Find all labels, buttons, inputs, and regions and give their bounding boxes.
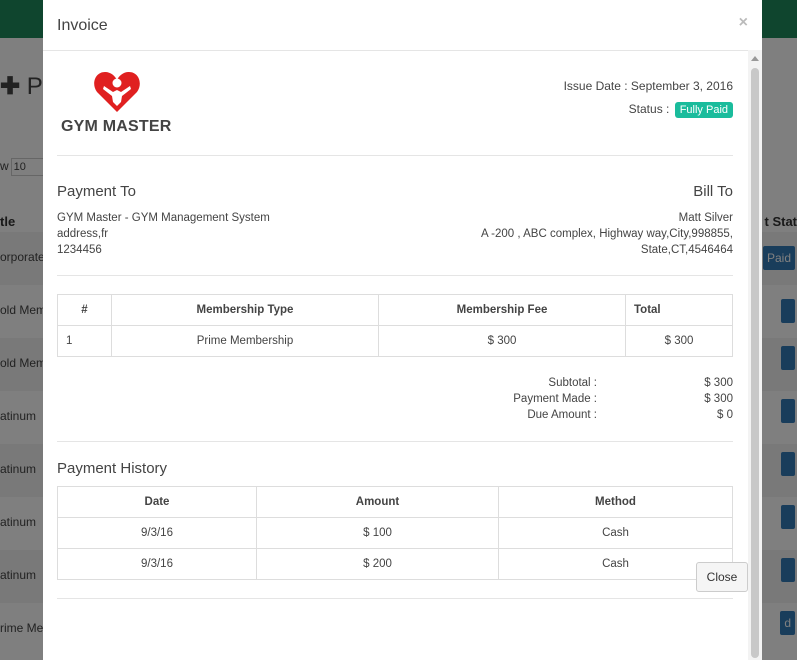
column-header: Membership Fee: [378, 294, 626, 326]
gym-master-logo: GYM MASTER: [61, 70, 181, 136]
divider: [57, 598, 733, 599]
divider: [57, 275, 733, 276]
table-cell: 9/3/16: [57, 548, 257, 580]
table-cell: Prime Membership: [111, 325, 379, 357]
membership-table: # Membership Type Membership Fee Total 1…: [57, 294, 733, 357]
subtotal-label: Subtotal :: [548, 377, 597, 389]
close-button[interactable]: Close: [696, 562, 748, 592]
table-row: 1 Prime Membership $ 300 $ 300: [57, 325, 733, 357]
table-row: 9/3/16 $ 200 Cash: [57, 548, 733, 580]
scrollbar-thumb[interactable]: [751, 68, 759, 658]
payment-made-value: $ 300: [704, 393, 733, 405]
table-cell: $ 100: [256, 517, 499, 549]
issue-date: Issue Date : September 3, 2016: [563, 79, 733, 93]
scroll-up-arrow-icon[interactable]: [751, 56, 759, 61]
payment-made-label: Payment Made :: [513, 393, 597, 405]
divider: [57, 441, 733, 442]
status-label: Status :: [628, 102, 670, 116]
payment-to-heading: Payment To: [57, 183, 136, 200]
column-header: Total: [625, 294, 733, 326]
table-row: 9/3/16 $ 100 Cash: [57, 517, 733, 549]
modal-header: Invoice ×: [43, 0, 762, 51]
due-amount-label: Due Amount :: [527, 409, 597, 421]
heart-figure-icon: [94, 72, 140, 112]
due-amount-value: $ 0: [717, 409, 733, 421]
column-header: Membership Type: [111, 294, 379, 326]
table-cell: 9/3/16: [57, 517, 257, 549]
logo-text: GYM MASTER: [61, 118, 172, 135]
table-cell: $ 300: [625, 325, 733, 357]
modal-title: Invoice: [57, 17, 108, 34]
invoice-status: Status : Fully Paid: [629, 102, 733, 118]
bill-to-heading: Bill To: [693, 183, 733, 200]
modal-scrollbar[interactable]: [748, 50, 762, 660]
payment-history-heading: Payment History: [57, 460, 168, 477]
table-cell: 1: [57, 325, 112, 357]
payment-history-table: Date Amount Method 9/3/16 $ 100 Cash 9/3…: [57, 486, 733, 580]
invoice-modal: Invoice × GYM MASTER Issue Date : Septem…: [43, 0, 762, 660]
close-icon[interactable]: ×: [739, 14, 748, 32]
column-header: Method: [498, 486, 733, 518]
column-header: Amount: [256, 486, 499, 518]
column-header: #: [57, 294, 112, 326]
table-cell: $ 200: [256, 548, 499, 580]
table-header-row: # Membership Type Membership Fee Total: [57, 294, 733, 326]
table-cell: Cash: [498, 517, 733, 549]
column-header: Date: [57, 486, 257, 518]
bill-to-address: Matt Silver A -200 , ABC complex, Highwa…: [480, 212, 733, 256]
divider: [57, 155, 733, 156]
table-header-row: Date Amount Method: [57, 486, 733, 518]
payment-to-address: GYM Master - GYM Management System addre…: [57, 212, 270, 256]
subtotal-value: $ 300: [704, 377, 733, 389]
status-badge: Fully Paid: [674, 102, 733, 118]
table-cell: $ 300: [378, 325, 626, 357]
